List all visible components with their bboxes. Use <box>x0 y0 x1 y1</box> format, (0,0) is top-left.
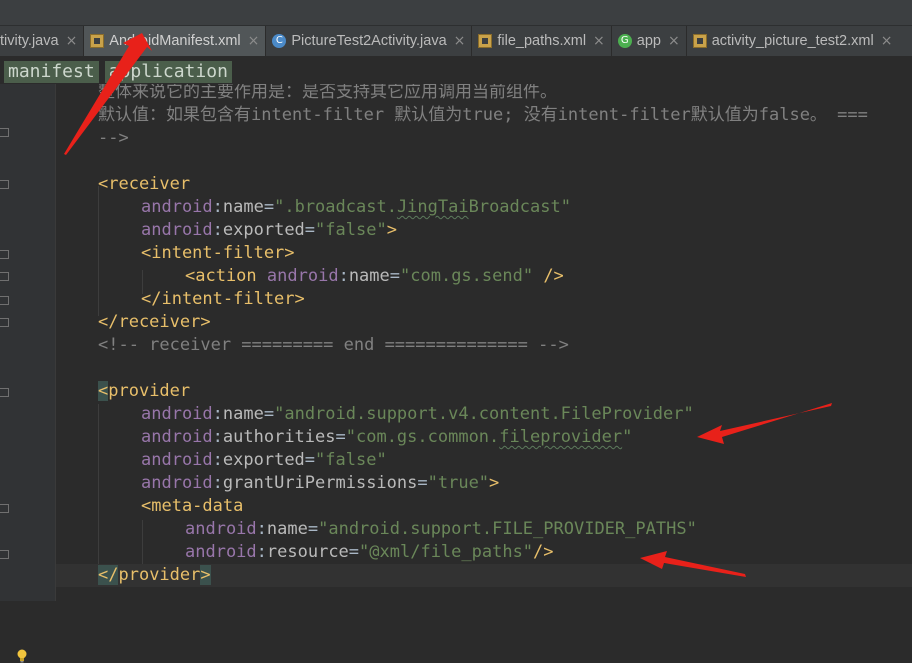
code-line: </receiver> <box>98 312 211 332</box>
breadcrumb-manifest[interactable]: manifest <box>4 61 99 83</box>
code-line-current: </provider> <box>56 564 912 587</box>
breadcrumb: manifest application <box>0 60 912 84</box>
fold-marker-icon[interactable] <box>0 272 9 281</box>
editor-tab-bar: tivity.java × AndroidManifest.xml × C Pi… <box>0 0 912 60</box>
gradle-module-icon: G <box>617 34 632 48</box>
code-line: 整体来说它的主要作用是：是否支持其它应用调用当前组件。 <box>98 84 557 104</box>
comment-text: 默认值：如果包含有intent-filter 默认值为true; 没有inten… <box>98 105 868 125</box>
code-line: <meta-data <box>141 496 244 516</box>
editor-gutter[interactable] <box>0 84 56 663</box>
code-line: <receiver <box>98 173 190 196</box>
xml-file-icon <box>692 34 707 48</box>
indent-guide <box>98 404 99 574</box>
tab-file-paths[interactable]: file_paths.xml × <box>472 26 612 56</box>
close-icon[interactable]: × <box>248 33 260 49</box>
code-line: <provider <box>98 381 191 401</box>
tab-activity-picture-test2[interactable]: activity_picture_test2.xml × <box>687 26 899 56</box>
fold-marker-icon[interactable] <box>0 388 9 397</box>
code-line: </intent-filter> <box>141 289 305 309</box>
fold-marker-icon[interactable] <box>0 318 9 327</box>
fold-marker-icon[interactable] <box>0 296 9 305</box>
fold-marker-icon[interactable] <box>0 128 9 137</box>
fold-marker-icon[interactable] <box>0 250 9 259</box>
indent-guide <box>98 186 99 316</box>
code-line: --> <box>98 127 129 150</box>
close-icon[interactable]: × <box>881 33 893 49</box>
xml-file-icon <box>478 34 493 48</box>
tab-android-manifest[interactable]: AndroidManifest.xml × <box>84 26 267 56</box>
tag-receiver-open: <receiver <box>98 174 191 194</box>
code-line: <intent-filter> <box>141 243 295 263</box>
tab-picture-test2-activity[interactable]: C PictureTest2Activity.java × <box>266 26 473 56</box>
tabs-row: tivity.java × AndroidManifest.xml × C Pi… <box>0 25 912 56</box>
fold-marker-icon[interactable] <box>0 550 9 559</box>
code-line: 默认值：如果包含有intent-filter 默认值为true; 没有inten… <box>98 104 868 127</box>
fold-marker-icon[interactable] <box>0 180 9 189</box>
code-line: android:exported="false"> <box>141 220 397 240</box>
code-line: <!-- receiver ========= end ============… <box>98 335 569 355</box>
code-line: android:name="android.support.v4.content… <box>141 404 694 424</box>
close-icon[interactable]: × <box>668 33 680 49</box>
code-line: android:name="android.support.FILE_PROVI… <box>185 519 697 539</box>
tab-label: app <box>636 33 661 49</box>
close-icon[interactable]: × <box>66 33 78 49</box>
tab-app[interactable]: G app × <box>612 26 687 56</box>
code-line: android:authorities="com.gs.common.filep… <box>141 427 633 447</box>
fold-marker-icon[interactable] <box>0 504 9 513</box>
code-line: android:name=".broadcast.JingTaiBroadcas… <box>141 197 571 217</box>
code-line: <action android:name="com.gs.send" /> <box>185 266 564 286</box>
code-line: android:resource="@xml/file_paths"/> <box>185 542 554 562</box>
lightbulb-icon[interactable] <box>16 649 28 663</box>
close-icon[interactable]: × <box>593 33 605 49</box>
class-icon: C <box>272 34 287 48</box>
comment-text: --> <box>98 128 129 148</box>
xml-file-icon <box>90 34 105 48</box>
code-editor[interactable]: 整体来说它的主要作用是：是否支持其它应用调用当前组件。 默认值：如果包含有int… <box>56 84 912 601</box>
code-line: android:exported="false" <box>141 450 387 470</box>
breadcrumb-application[interactable]: application <box>104 61 232 83</box>
tab-label: activity_picture_test2.xml <box>711 33 874 49</box>
tab-label: AndroidManifest.xml <box>109 33 241 49</box>
comment-text: 整体来说它的主要作用是：是否支持其它应用调用当前组件。 <box>98 84 557 102</box>
tab-label: file_paths.xml <box>497 33 587 49</box>
title-strip <box>0 0 912 24</box>
tab-activity-java[interactable]: tivity.java × <box>0 26 85 56</box>
close-icon[interactable]: × <box>454 33 466 49</box>
tab-label: PictureTest2Activity.java <box>291 33 447 49</box>
tab-label: tivity.java <box>0 33 59 49</box>
code-line: android:grantUriPermissions="true"> <box>141 473 500 493</box>
